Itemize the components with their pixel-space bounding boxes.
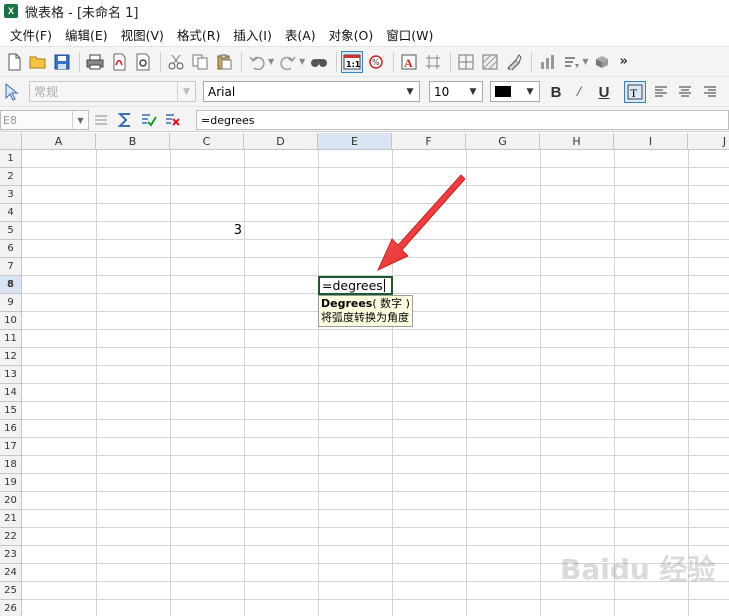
annotation-arrow (377, 174, 466, 271)
watermark: Baidu 经验 (560, 553, 716, 586)
more-tools-icon[interactable]: » (619, 54, 627, 69)
svg-text:A: A (404, 56, 413, 70)
toolbar-separator (241, 51, 242, 72)
menu-format[interactable]: 格式(R) (177, 25, 220, 44)
title-bar: X 微表格 - [未命名 1] (0, 0, 729, 22)
align-center-icon[interactable] (674, 81, 696, 103)
font-select[interactable]: Arial ▼ (203, 81, 420, 102)
spreadsheet-grid[interactable]: A B C D E F G H I J 1 2 3 4 5 6 7 8 9 10… (0, 133, 729, 616)
menu-insert[interactable]: 插入(I) (233, 25, 271, 44)
print-preview-icon[interactable] (132, 51, 154, 73)
toolbar-separator (450, 51, 452, 72)
new-icon[interactable] (3, 51, 25, 73)
chevron-down-icon: ▼ (406, 86, 414, 97)
text-frame-toggle-icon[interactable]: T (624, 81, 646, 103)
redo-icon[interactable] (277, 51, 299, 73)
chart-icon[interactable] (536, 51, 558, 73)
menu-object[interactable]: 对象(O) (329, 25, 374, 44)
chevron-down-icon: ▼ (526, 86, 534, 97)
chevron-down-icon: ▼ (72, 111, 88, 129)
toolbar-separator (393, 51, 395, 72)
formula-bar: E8 ▼ =degrees (0, 106, 729, 132)
open-icon[interactable] (27, 51, 49, 73)
window-title: 微表格 - [未命名 1] (25, 5, 139, 21)
print-icon[interactable] (84, 51, 106, 73)
text-color-select[interactable]: ▼ (490, 81, 540, 102)
format-painter-icon[interactable] (503, 51, 525, 73)
borders-icon[interactable] (455, 51, 477, 73)
cell-style-select[interactable]: 常规 ▼ (29, 81, 196, 102)
format-toolbar: 常规 ▼ Arial ▼ 10 ▼ ▼ B / U T (0, 76, 729, 106)
svg-text:%: % (372, 58, 380, 67)
cut-icon[interactable] (165, 51, 187, 73)
menu-bar: 文件(F) 编辑(E) 视图(V) 格式(R) 插入(I) 表(A) 对象(O)… (0, 22, 729, 46)
accept-icon[interactable] (140, 111, 158, 129)
align-right-icon[interactable] (699, 81, 721, 103)
bold-button[interactable]: B (545, 81, 567, 103)
font-size-value: 10 (434, 84, 450, 99)
redo-dropdown-icon[interactable]: ▼ (299, 57, 305, 66)
name-box-value: E8 (3, 113, 17, 127)
svg-text:1:1: 1:1 (346, 60, 361, 69)
function-list-icon[interactable] (92, 111, 110, 129)
toolbar-separator (531, 51, 533, 72)
cell-style-value: 常规 (34, 85, 59, 99)
align-left-icon[interactable] (650, 81, 672, 103)
font-value: Arial (208, 84, 236, 99)
svg-text:T: T (630, 86, 638, 100)
undo-icon[interactable] (246, 51, 268, 73)
chevron-down-icon: ▼ (469, 86, 477, 97)
grid-lines-icon[interactable] (422, 51, 444, 73)
cube-icon[interactable] (591, 51, 613, 73)
underline-button[interactable]: U (593, 81, 615, 103)
zoom-icon[interactable]: % (365, 51, 387, 73)
show-formulas-icon[interactable]: 1:1 (341, 50, 364, 73)
menu-table[interactable]: 表(A) (285, 25, 316, 44)
italic-button[interactable]: / (568, 81, 590, 103)
sort-icon[interactable] (560, 51, 582, 73)
toolbar-separator (160, 51, 161, 72)
pattern-icon[interactable] (479, 51, 501, 73)
paste-icon[interactable] (213, 51, 235, 73)
text-frame-icon[interactable]: A (398, 51, 420, 73)
save-icon[interactable] (51, 51, 73, 73)
select-pointer-icon[interactable] (0, 81, 22, 103)
arrow-shape (377, 174, 466, 271)
chevron-down-icon: ▼ (177, 82, 195, 101)
toolbar-separator (336, 51, 338, 72)
name-box[interactable]: E8 ▼ (0, 110, 89, 130)
font-size-select[interactable]: 10 ▼ (429, 81, 483, 102)
copy-icon[interactable] (189, 51, 211, 73)
menu-view[interactable]: 视图(V) (121, 25, 164, 44)
find-icon[interactable] (308, 51, 330, 73)
toolbar-separator (79, 51, 80, 72)
cancel-icon[interactable] (164, 111, 182, 129)
color-swatch (495, 86, 511, 97)
menu-file[interactable]: 文件(F) (10, 25, 52, 44)
sum-icon[interactable] (116, 111, 134, 129)
undo-dropdown-icon[interactable]: ▼ (268, 57, 274, 66)
menu-window[interactable]: 窗口(W) (386, 25, 433, 44)
standard-toolbar: ▼ ▼ 1:1 % A ▼ » (0, 46, 729, 76)
formula-input[interactable]: =degrees (196, 110, 729, 130)
sort-dropdown-icon[interactable]: ▼ (582, 57, 588, 66)
pdf-icon[interactable] (108, 51, 130, 73)
menu-edit[interactable]: 编辑(E) (65, 25, 108, 44)
app-icon: X (4, 4, 18, 18)
